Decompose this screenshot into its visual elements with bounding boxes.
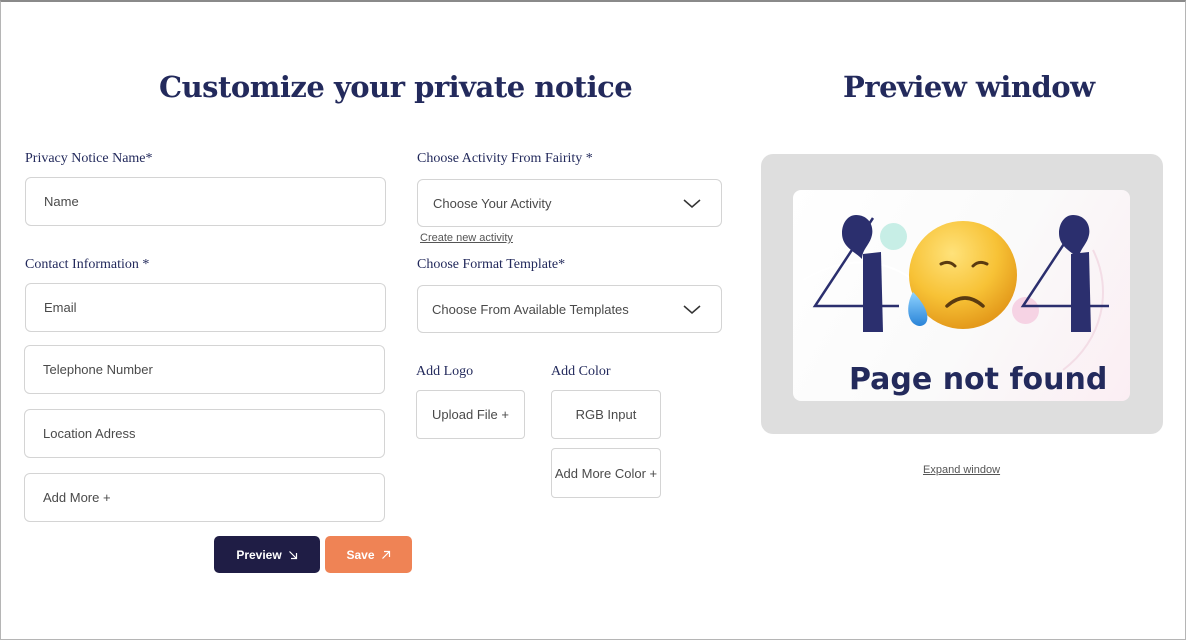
activity-selected-value: Choose Your Activity bbox=[433, 195, 552, 211]
telephone-number-field[interactable]: Telephone Number bbox=[24, 345, 385, 394]
privacy-notice-name-placeholder: Name bbox=[44, 194, 79, 209]
arrow-up-right-icon bbox=[381, 550, 390, 559]
chevron-down-icon bbox=[683, 305, 701, 314]
email-placeholder: Email bbox=[44, 300, 77, 315]
add-color-label: Add Color bbox=[551, 364, 611, 379]
add-more-contact-label: Add More + bbox=[43, 490, 111, 505]
page-not-found-text: Page not found bbox=[849, 362, 1108, 397]
location-address-field[interactable]: Location Adress bbox=[24, 409, 385, 458]
format-template-label: Choose Format Template* bbox=[417, 257, 566, 272]
add-logo-label: Add Logo bbox=[416, 364, 474, 379]
ink-drop-right bbox=[1059, 215, 1090, 259]
chevron-down-icon bbox=[683, 199, 701, 208]
preview-button-label: Preview bbox=[236, 547, 282, 562]
form-title: Customize your private notice bbox=[159, 70, 633, 104]
contact-information-label: Contact Information * bbox=[25, 257, 150, 272]
upload-file-button[interactable]: Upload File + bbox=[416, 390, 525, 439]
expand-window-link[interactable]: Expand window bbox=[923, 464, 1000, 476]
preview-title: Preview window bbox=[843, 70, 1095, 104]
format-template-select[interactable]: Choose From Available Templates bbox=[417, 285, 722, 333]
arrow-down-right-icon bbox=[288, 550, 297, 559]
activity-label: Choose Activity From Fairity * bbox=[417, 151, 593, 166]
rgb-input[interactable]: RGB Input bbox=[551, 390, 661, 439]
privacy-notice-name-input[interactable]: Name bbox=[25, 177, 386, 226]
ink-drop-left bbox=[842, 215, 873, 259]
create-new-activity-link[interactable]: Create new activity bbox=[420, 232, 513, 244]
privacy-notice-name-label: Privacy Notice Name* bbox=[25, 151, 153, 166]
sad-sweat-face-emoji bbox=[908, 221, 1017, 329]
email-field[interactable]: Email bbox=[25, 283, 386, 332]
save-button[interactable]: Save bbox=[325, 536, 412, 573]
location-placeholder: Location Adress bbox=[43, 426, 136, 441]
add-more-color-button[interactable]: Add More Color + bbox=[551, 448, 661, 498]
activity-select[interactable]: Choose Your Activity bbox=[417, 179, 722, 227]
preview-button[interactable]: Preview bbox=[214, 536, 320, 573]
save-button-label: Save bbox=[346, 547, 375, 562]
template-selected-value: Choose From Available Templates bbox=[432, 301, 629, 317]
add-more-contact-button[interactable]: Add More + bbox=[24, 473, 385, 522]
not-found-card: 4 4 Page not fou bbox=[793, 190, 1130, 401]
telephone-placeholder: Telephone Number bbox=[43, 362, 153, 377]
